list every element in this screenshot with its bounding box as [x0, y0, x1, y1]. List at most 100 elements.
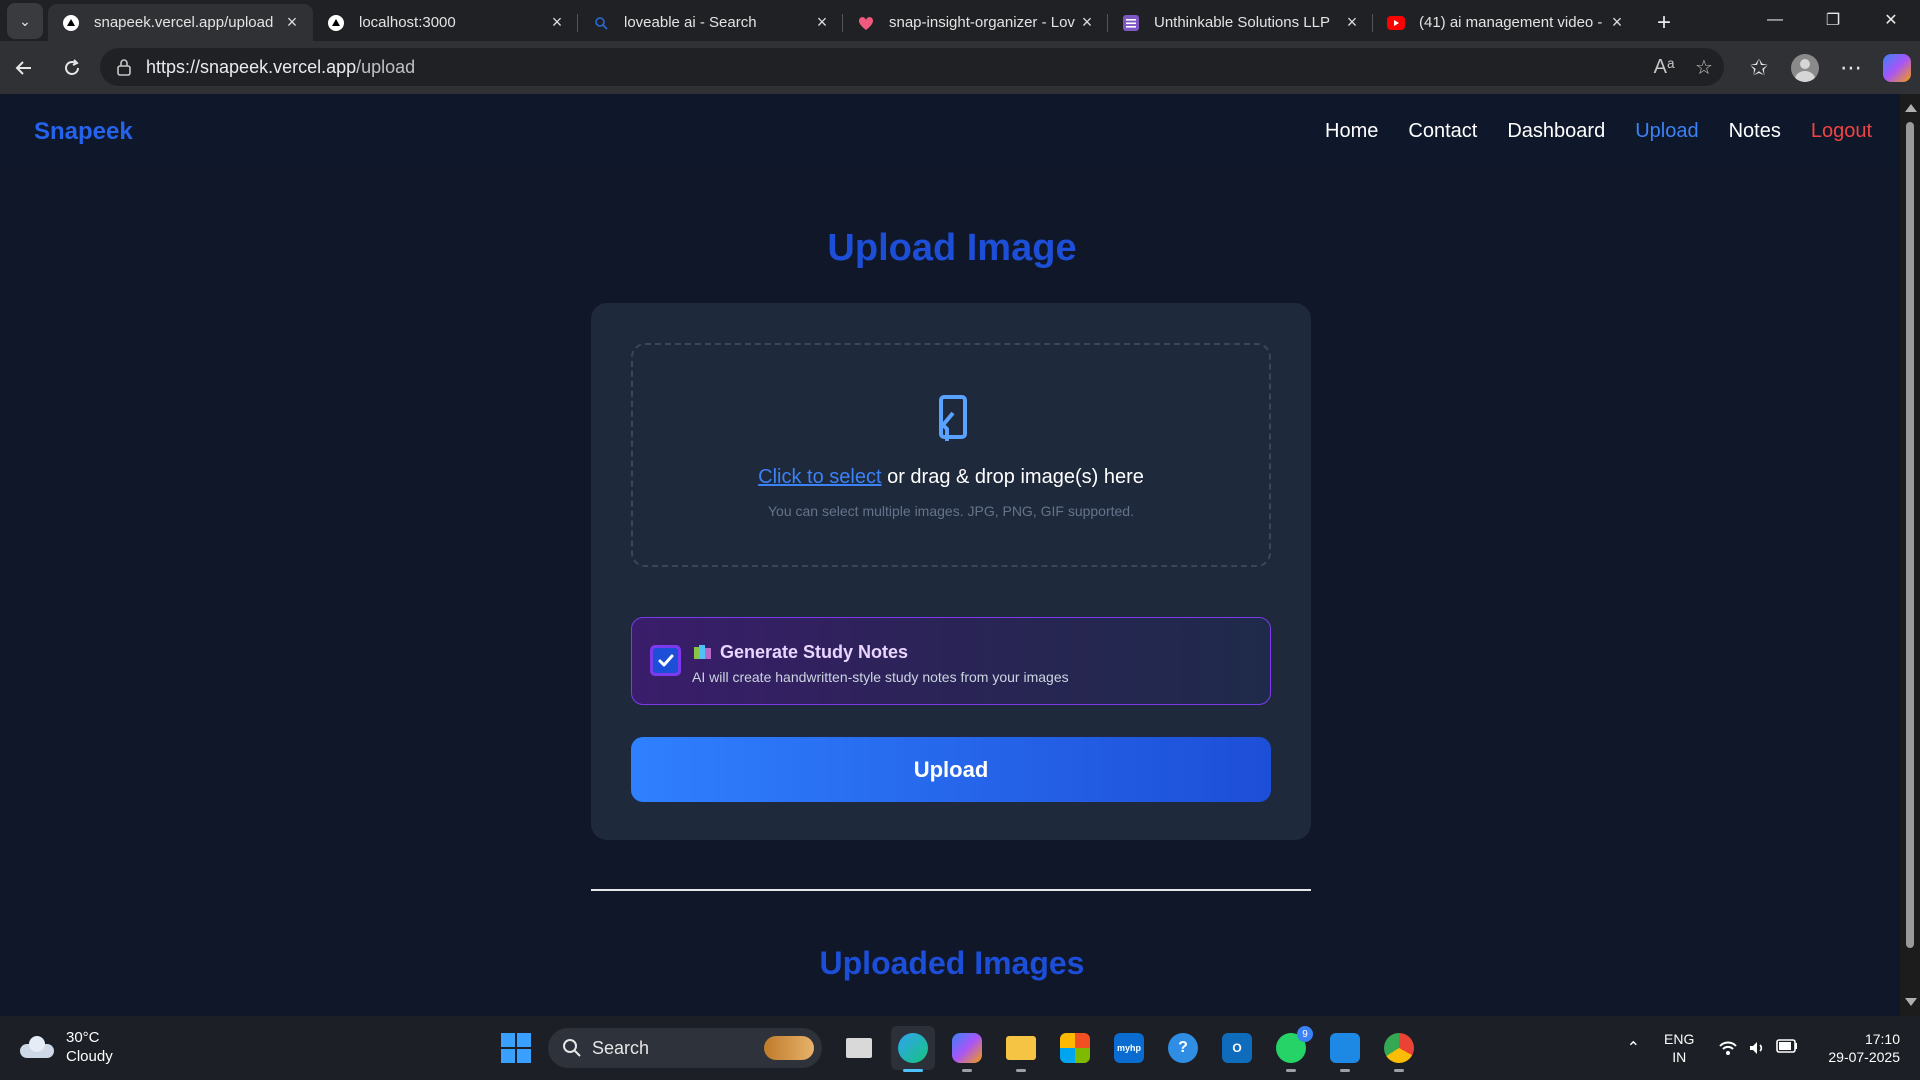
help-app[interactable]: ?	[1161, 1026, 1205, 1070]
tab-title: snap-insight-organizer - Lov	[889, 14, 1075, 31]
close-window-button[interactable]: ✕	[1862, 0, 1920, 40]
nav-dashboard-link[interactable]: Dashboard	[1507, 120, 1605, 143]
more-menu-icon[interactable]: ⋯	[1828, 48, 1874, 88]
nav-contact-link[interactable]: Contact	[1408, 120, 1477, 143]
browser-tab-search[interactable]: loveable ai - Search ×	[578, 4, 843, 41]
help-icon: ?	[1168, 1033, 1198, 1063]
browser-tab-localhost[interactable]: localhost:3000 ×	[313, 4, 578, 41]
profile-button[interactable]	[1782, 48, 1828, 88]
upload-button[interactable]: Upload	[631, 737, 1271, 802]
scroll-down-arrow-icon[interactable]	[1905, 998, 1917, 1006]
outlook-icon: O	[1222, 1033, 1252, 1063]
close-tab-icon[interactable]: ×	[1606, 12, 1628, 33]
windows-start-icon[interactable]	[496, 1028, 536, 1068]
close-tab-icon[interactable]: ×	[281, 12, 303, 33]
generate-notes-option[interactable]: Generate Study Notes AI will create hand…	[631, 617, 1271, 705]
avatar	[1791, 53, 1819, 82]
nav-notes-link[interactable]: Notes	[1729, 120, 1781, 143]
browser-tab-lovable[interactable]: snap-insight-organizer - Lov ×	[843, 4, 1108, 41]
favorites-icon[interactable]: ✩	[1736, 48, 1782, 88]
back-button[interactable]	[4, 48, 44, 88]
click-to-select-link[interactable]: Click to select	[758, 466, 881, 488]
scroll-up-arrow-icon[interactable]	[1905, 104, 1917, 112]
browser-tab-unthinkable[interactable]: Unthinkable Solutions LLP ×	[1108, 4, 1373, 41]
restore-button[interactable]: ❐	[1804, 0, 1862, 40]
browser-tab-snapeek-upload[interactable]: snapeek.vercel.app/upload ×	[48, 4, 313, 41]
close-tab-icon[interactable]: ×	[811, 12, 833, 33]
region-code: IN	[1672, 1049, 1687, 1065]
clock-date: 29-07-2025	[1828, 1049, 1900, 1065]
taskbar-search[interactable]: Search	[548, 1028, 822, 1068]
search-icon	[592, 14, 610, 32]
nav-upload-link[interactable]: Upload	[1635, 120, 1698, 143]
store-icon	[1060, 1033, 1090, 1063]
minimize-button[interactable]: —	[1746, 0, 1804, 40]
running-indicator	[1016, 1069, 1026, 1072]
cloud-icon	[20, 1036, 54, 1058]
chevron-down-icon: ⌄	[19, 12, 31, 29]
checkmark-icon	[658, 654, 673, 666]
whatsapp-app[interactable]: 9	[1269, 1026, 1313, 1072]
scrollbar-thumb[interactable]	[1906, 122, 1914, 948]
phone-tap-icon	[939, 395, 967, 441]
image-dropzone[interactable]: Click to select or drag & drop image(s) …	[631, 343, 1271, 567]
close-tab-icon[interactable]: ×	[1076, 12, 1098, 33]
outlook-app[interactable]: O	[1215, 1026, 1259, 1070]
nav-home-link[interactable]: Home	[1325, 120, 1378, 143]
read-aloud-icon[interactable]: Aᵃ	[1644, 56, 1684, 79]
store-app[interactable]	[1053, 1026, 1097, 1070]
chrome-app[interactable]	[1377, 1026, 1421, 1072]
edge-icon	[898, 1033, 928, 1063]
plus-icon: +	[1656, 9, 1671, 36]
url-text[interactable]: https://snapeek.vercel.app/upload	[146, 57, 1644, 78]
tab-title: Unthinkable Solutions LLP	[1154, 14, 1330, 31]
generate-notes-checkbox[interactable]	[650, 645, 681, 676]
lovable-heart-icon	[857, 14, 875, 32]
toolbar-right-actions: ✩ ⋯	[1736, 41, 1920, 94]
weather-condition: Cloudy	[66, 1048, 113, 1065]
address-bar[interactable]: https://snapeek.vercel.app/upload Aᵃ ☆	[100, 48, 1724, 86]
site-nav-links: Home Contact Dashboard Upload Notes Logo…	[1325, 120, 1872, 143]
reload-button[interactable]	[52, 48, 92, 88]
site-info-icon[interactable]	[114, 57, 134, 77]
temperature: 30°C	[66, 1029, 100, 1046]
input-language-indicator[interactable]: ENG IN	[1664, 1030, 1694, 1066]
copilot-button[interactable]	[1874, 48, 1920, 88]
nav-logout-link[interactable]: Logout	[1811, 120, 1872, 143]
vercel-triangle-icon	[327, 14, 345, 32]
file-explorer-app[interactable]	[999, 1026, 1043, 1072]
generate-notes-title: Generate Study Notes	[720, 642, 909, 662]
books-icon	[694, 645, 711, 659]
checkbox-fill	[653, 648, 678, 673]
generate-notes-description: AI will create handwritten-style study n…	[692, 669, 1069, 685]
tab-actions-menu-button[interactable]: ⌄	[7, 3, 43, 39]
tab-title: loveable ai - Search	[624, 14, 757, 31]
vscode-app[interactable]	[1323, 1026, 1367, 1072]
dropzone-hint: You can select multiple images. JPG, PNG…	[768, 503, 1134, 519]
edge-app[interactable]	[891, 1026, 935, 1072]
page-viewport: Snapeek Home Contact Dashboard Upload No…	[4, 94, 1900, 1016]
task-view-button[interactable]	[837, 1026, 881, 1070]
site-brand-logo[interactable]: Snapeek	[34, 118, 133, 146]
myhp-app[interactable]: myhp	[1107, 1026, 1151, 1070]
show-hidden-icons-icon[interactable]: ⌃	[1627, 1038, 1640, 1058]
favorite-star-icon[interactable]: ☆	[1684, 55, 1724, 80]
dropzone-instruction: Click to select or drag & drop image(s) …	[633, 466, 1269, 489]
copilot-app[interactable]	[945, 1026, 989, 1072]
page-scrollbar[interactable]	[1900, 94, 1920, 1016]
weather-widget[interactable]: 30°C Cloudy	[20, 1028, 113, 1066]
browser-tab-strip: ⌄ snapeek.vercel.app/upload × localhost:…	[0, 0, 1920, 41]
folder-icon	[1006, 1036, 1036, 1060]
close-tab-icon[interactable]: ×	[1341, 12, 1363, 33]
system-tray: ⌃ ENG IN 17:10 29-07-2025	[1627, 1024, 1900, 1072]
quick-settings[interactable]	[1718, 1039, 1798, 1057]
copilot-icon	[1883, 53, 1911, 82]
tab-title: (41) ai management video -	[1419, 14, 1603, 31]
system-clock[interactable]: 17:10 29-07-2025	[1828, 1030, 1900, 1066]
url-path: /upload	[356, 56, 416, 77]
search-icon	[563, 1039, 581, 1057]
close-tab-icon[interactable]: ×	[546, 12, 568, 33]
browser-tab-youtube[interactable]: (41) ai management video - ×	[1373, 4, 1638, 41]
clock-time: 17:10	[1864, 1031, 1900, 1047]
new-tab-button[interactable]: +	[1646, 5, 1682, 41]
